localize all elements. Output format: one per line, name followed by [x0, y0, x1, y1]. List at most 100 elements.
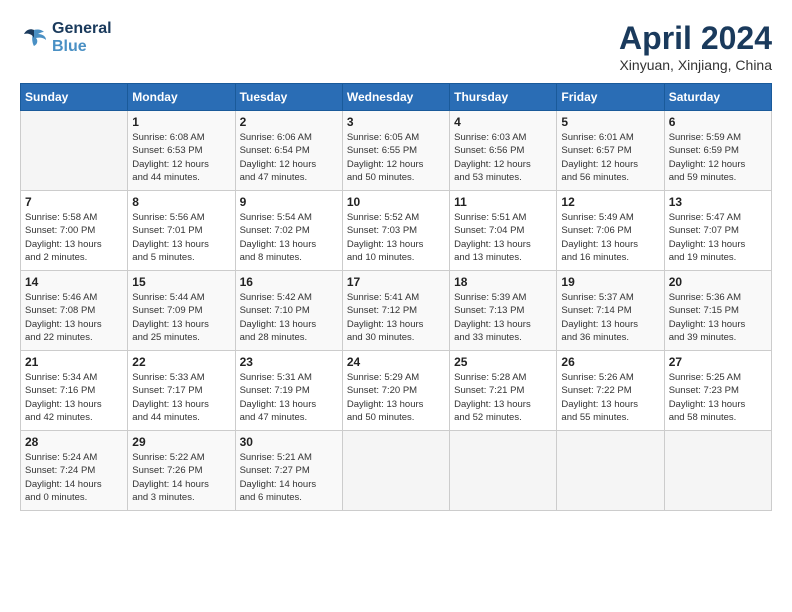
day-number: 2	[240, 115, 338, 129]
calendar-cell: 5Sunrise: 6:01 AM Sunset: 6:57 PM Daylig…	[557, 111, 664, 191]
day-number: 29	[132, 435, 230, 449]
week-row-3: 14 Sunrise: 5:46 AM Sunset: 7:08 PM Dayli…	[21, 271, 772, 351]
page-header: General Blue April 2024 Xinyuan, Xinjian…	[20, 20, 772, 73]
calendar-cell	[450, 431, 557, 511]
day-info: Sunrise: 5:37 AM Sunset: 7:14 PM Dayligh…	[561, 291, 659, 344]
header-tuesday: Tuesday	[235, 84, 342, 111]
day-info: Sunrise: 5:21 AM Sunset: 7:27 PM Dayligh…	[240, 451, 338, 504]
calendar-cell: 3 Sunrise: 6:05 AM Sunset: 6:55 PM Daylig…	[342, 111, 449, 191]
calendar-cell: 11 Sunrise: 5:51 AM Sunset: 7:04 PM Dayli…	[450, 191, 557, 271]
day-number: 4	[454, 115, 552, 129]
logo: General Blue	[20, 20, 112, 56]
day-info: Sunrise: 6:03 AM Sunset: 6:56 PM Dayligh…	[454, 131, 552, 184]
logo-text: General Blue	[52, 20, 112, 56]
day-number: 20	[669, 275, 767, 289]
day-info: Sunrise: 5:54 AM Sunset: 7:02 PM Dayligh…	[240, 211, 338, 264]
week-row-5: 28 Sunrise: 5:24 AM Sunset: 7:24 PM Dayli…	[21, 431, 772, 511]
day-number: 13	[669, 195, 767, 209]
calendar-cell: 17 Sunrise: 5:41 AM Sunset: 7:12 PM Dayli…	[342, 271, 449, 351]
calendar-cell: 7 Sunrise: 5:58 AM Sunset: 7:00 PM Daylig…	[21, 191, 128, 271]
day-number: 24	[347, 355, 445, 369]
header-row: SundayMondayTuesdayWednesdayThursdayFrid…	[21, 84, 772, 111]
day-info: Sunrise: 5:24 AM Sunset: 7:24 PM Dayligh…	[25, 451, 123, 504]
calendar-cell	[557, 431, 664, 511]
calendar-table: SundayMondayTuesdayWednesdayThursdayFrid…	[20, 83, 772, 511]
calendar-cell: 4 Sunrise: 6:03 AM Sunset: 6:56 PM Daylig…	[450, 111, 557, 191]
day-info: Sunrise: 5:59 AM Sunset: 6:59 PM Dayligh…	[669, 131, 767, 184]
calendar-cell: 26 Sunrise: 5:26 AM Sunset: 7:22 PM Dayli…	[557, 351, 664, 431]
day-info: Sunrise: 5:46 AM Sunset: 7:08 PM Dayligh…	[25, 291, 123, 344]
day-number: 11	[454, 195, 552, 209]
header-wednesday: Wednesday	[342, 84, 449, 111]
header-sunday: Sunday	[21, 84, 128, 111]
day-info: Sunrise: 5:39 AM Sunset: 7:13 PM Dayligh…	[454, 291, 552, 344]
day-number: 16	[240, 275, 338, 289]
day-info: Sunrise: 5:49 AM Sunset: 7:06 PM Dayligh…	[561, 211, 659, 264]
calendar-cell: 1 Sunrise: 6:08 AM Sunset: 6:53 PM Daylig…	[128, 111, 235, 191]
day-number: 28	[25, 435, 123, 449]
calendar-cell: 25 Sunrise: 5:28 AM Sunset: 7:21 PM Dayli…	[450, 351, 557, 431]
day-number: 1	[132, 115, 230, 129]
calendar-cell: 6 Sunrise: 5:59 AM Sunset: 6:59 PM Daylig…	[664, 111, 771, 191]
day-info: Sunrise: 5:56 AM Sunset: 7:01 PM Dayligh…	[132, 211, 230, 264]
day-info: Sunrise: 6:06 AM Sunset: 6:54 PM Dayligh…	[240, 131, 338, 184]
calendar-cell: 13 Sunrise: 5:47 AM Sunset: 7:07 PM Dayli…	[664, 191, 771, 271]
day-info: Sunrise: 5:31 AM Sunset: 7:19 PM Dayligh…	[240, 371, 338, 424]
calendar-cell: 29 Sunrise: 5:22 AM Sunset: 7:26 PM Dayli…	[128, 431, 235, 511]
calendar-cell: 23 Sunrise: 5:31 AM Sunset: 7:19 PM Dayli…	[235, 351, 342, 431]
calendar-cell: 21 Sunrise: 5:34 AM Sunset: 7:16 PM Dayli…	[21, 351, 128, 431]
day-number: 7	[25, 195, 123, 209]
day-info: Sunrise: 5:47 AM Sunset: 7:07 PM Dayligh…	[669, 211, 767, 264]
calendar-cell: 12 Sunrise: 5:49 AM Sunset: 7:06 PM Dayli…	[557, 191, 664, 271]
day-info: Sunrise: 6:08 AM Sunset: 6:53 PM Dayligh…	[132, 131, 230, 184]
header-thursday: Thursday	[450, 84, 557, 111]
day-number: 5	[561, 115, 659, 129]
day-number: 12	[561, 195, 659, 209]
day-info: Sunrise: 5:28 AM Sunset: 7:21 PM Dayligh…	[454, 371, 552, 424]
calendar-cell: 16Sunrise: 5:42 AM Sunset: 7:10 PM Dayli…	[235, 271, 342, 351]
day-info: Sunrise: 5:51 AM Sunset: 7:04 PM Dayligh…	[454, 211, 552, 264]
day-number: 26	[561, 355, 659, 369]
day-number: 18	[454, 275, 552, 289]
calendar-cell: 20Sunrise: 5:36 AM Sunset: 7:15 PM Dayli…	[664, 271, 771, 351]
header-friday: Friday	[557, 84, 664, 111]
calendar-cell: 30 Sunrise: 5:21 AM Sunset: 7:27 PM Dayli…	[235, 431, 342, 511]
calendar-cell: 9Sunrise: 5:54 AM Sunset: 7:02 PM Daylig…	[235, 191, 342, 271]
calendar-cell: 15Sunrise: 5:44 AM Sunset: 7:09 PM Dayli…	[128, 271, 235, 351]
day-info: Sunrise: 5:25 AM Sunset: 7:23 PM Dayligh…	[669, 371, 767, 424]
calendar-cell	[342, 431, 449, 511]
calendar-cell: 10 Sunrise: 5:52 AM Sunset: 7:03 PM Dayli…	[342, 191, 449, 271]
day-number: 30	[240, 435, 338, 449]
day-info: Sunrise: 5:22 AM Sunset: 7:26 PM Dayligh…	[132, 451, 230, 504]
day-number: 8	[132, 195, 230, 209]
day-number: 3	[347, 115, 445, 129]
month-title: April 2024	[619, 20, 772, 57]
day-number: 23	[240, 355, 338, 369]
day-number: 14	[25, 275, 123, 289]
calendar-cell: 28 Sunrise: 5:24 AM Sunset: 7:24 PM Dayli…	[21, 431, 128, 511]
day-number: 25	[454, 355, 552, 369]
day-number: 21	[25, 355, 123, 369]
day-number: 22	[132, 355, 230, 369]
day-info: Sunrise: 5:58 AM Sunset: 7:00 PM Dayligh…	[25, 211, 123, 264]
calendar-cell: 2 Sunrise: 6:06 AM Sunset: 6:54 PM Daylig…	[235, 111, 342, 191]
day-number: 15	[132, 275, 230, 289]
day-info: Sunrise: 5:34 AM Sunset: 7:16 PM Dayligh…	[25, 371, 123, 424]
location: Xinyuan, Xinjiang, China	[619, 57, 772, 73]
header-saturday: Saturday	[664, 84, 771, 111]
calendar-cell: 18 Sunrise: 5:39 AM Sunset: 7:13 PM Dayli…	[450, 271, 557, 351]
header-monday: Monday	[128, 84, 235, 111]
day-number: 10	[347, 195, 445, 209]
week-row-1: 1 Sunrise: 6:08 AM Sunset: 6:53 PM Daylig…	[21, 111, 772, 191]
calendar-cell: 14 Sunrise: 5:46 AM Sunset: 7:08 PM Dayli…	[21, 271, 128, 351]
day-number: 27	[669, 355, 767, 369]
day-info: Sunrise: 6:05 AM Sunset: 6:55 PM Dayligh…	[347, 131, 445, 184]
day-number: 17	[347, 275, 445, 289]
day-info: Sunrise: 5:41 AM Sunset: 7:12 PM Dayligh…	[347, 291, 445, 344]
day-number: 6	[669, 115, 767, 129]
calendar-cell: 22Sunrise: 5:33 AM Sunset: 7:17 PM Dayli…	[128, 351, 235, 431]
day-number: 19	[561, 275, 659, 289]
day-info: Sunrise: 5:52 AM Sunset: 7:03 PM Dayligh…	[347, 211, 445, 264]
calendar-cell	[664, 431, 771, 511]
day-info: Sunrise: 5:26 AM Sunset: 7:22 PM Dayligh…	[561, 371, 659, 424]
